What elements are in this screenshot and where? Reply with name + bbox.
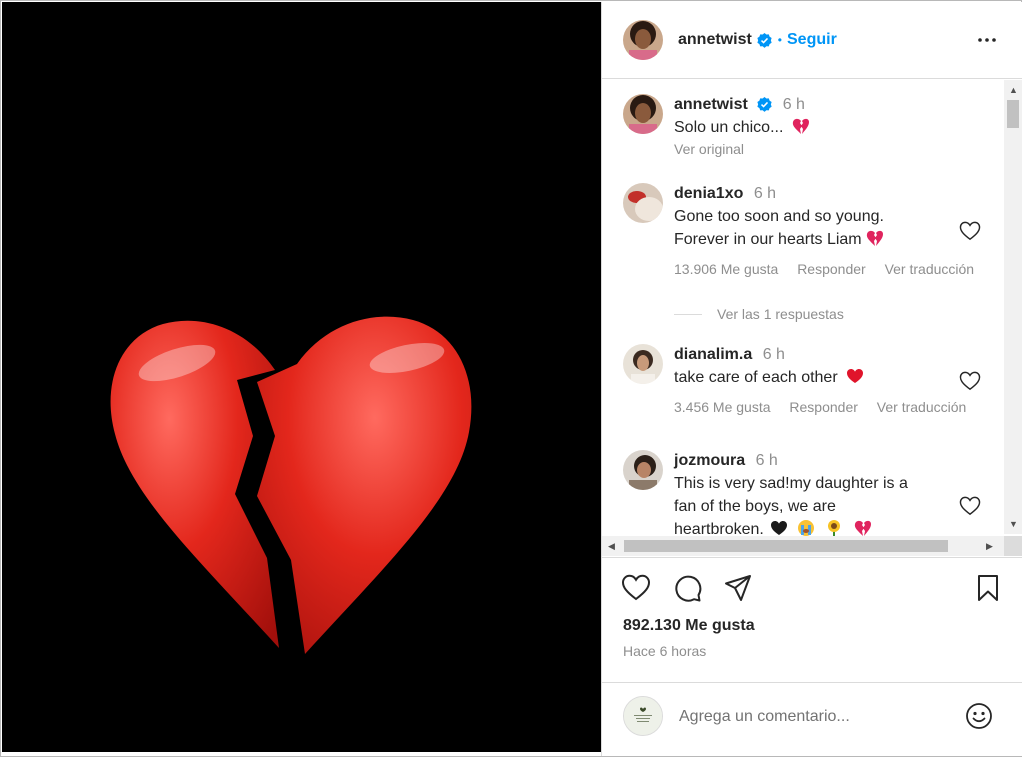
- sunflower-emoji-icon: [828, 520, 841, 537]
- comment-icon[interactable]: [672, 573, 702, 603]
- commenter-username[interactable]: jozmoura: [674, 452, 745, 469]
- comment-item: denia1xo 6 h Gone too soon and so young.…: [623, 183, 1003, 323]
- view-replies-label: Ver las 1 respuestas: [717, 306, 844, 322]
- instagram-post-window: annetwist • Seguir annetwist 6 h Solo un…: [0, 0, 1022, 757]
- follow-button[interactable]: Seguir: [787, 31, 837, 49]
- comment-time: 6 h: [755, 452, 778, 469]
- post-time-ago: Hace 6 horas: [623, 643, 707, 659]
- horizontal-scrollbar[interactable]: ◀ ▶: [602, 536, 1005, 556]
- comment-text-line: take care of each other: [674, 369, 838, 386]
- comment-input[interactable]: [679, 704, 939, 730]
- add-comment-bar: [602, 682, 1022, 756]
- reply-button[interactable]: Responder: [797, 261, 866, 277]
- horizontal-scroll-thumb[interactable]: [624, 540, 948, 552]
- vertical-scrollbar[interactable]: ▲ ▼: [1004, 80, 1022, 534]
- verified-badge-icon: [757, 97, 772, 113]
- commenter-username[interactable]: denia1xo: [674, 185, 743, 202]
- comment-time: 6 h: [762, 346, 785, 363]
- comment-likes[interactable]: 13.906 Me gusta: [674, 261, 778, 277]
- more-options-icon[interactable]: [977, 30, 997, 50]
- current-user-avatar: [623, 696, 663, 736]
- comment-like-heart-icon[interactable]: [959, 496, 981, 516]
- view-replies-button[interactable]: Ver las 1 respuestas: [674, 306, 844, 322]
- comment-like-heart-icon[interactable]: [959, 221, 981, 241]
- share-icon[interactable]: [723, 573, 753, 603]
- broken-heart-image: [110, 316, 472, 654]
- heart-icon[interactable]: [621, 573, 651, 603]
- comment-text-line: Forever in our hearts Liam: [674, 231, 862, 248]
- commenter-avatar[interactable]: [623, 450, 663, 490]
- comment-time: 6 h: [753, 185, 777, 202]
- post-image[interactable]: [2, 2, 601, 752]
- post-side-panel: annetwist • Seguir annetwist 6 h Solo un…: [601, 2, 1022, 756]
- scroll-left-arrow-icon[interactable]: ◀: [608, 542, 615, 551]
- scroll-down-arrow-icon[interactable]: ▼: [1009, 520, 1018, 529]
- comment-text-line: Gone too soon and so young.: [674, 208, 884, 225]
- reply-button[interactable]: Responder: [789, 399, 858, 415]
- bookmark-icon[interactable]: [973, 573, 1003, 603]
- post-header: annetwist • Seguir: [602, 2, 1022, 79]
- author-username[interactable]: annetwist: [678, 31, 752, 49]
- scroll-up-arrow-icon[interactable]: ▲: [1009, 86, 1018, 95]
- comment-likes[interactable]: 3.456 Me gusta: [674, 399, 771, 415]
- commenter-avatar[interactable]: [623, 183, 663, 223]
- verified-badge-icon: [757, 32, 772, 48]
- caption-time: 6 h: [782, 96, 805, 113]
- scroll-right-arrow-icon[interactable]: ▶: [986, 542, 993, 551]
- translate-button[interactable]: Ver traducción: [877, 399, 967, 415]
- comment-item: dianalim.a 6 h take care of each other 3…: [623, 344, 1003, 424]
- commenter-avatar[interactable]: [623, 344, 663, 384]
- translate-button[interactable]: Ver traducción: [885, 261, 975, 277]
- separator-dot: •: [777, 33, 782, 47]
- vertical-scroll-thumb[interactable]: [1007, 100, 1019, 128]
- caption-text: Solo un chico...: [674, 119, 784, 136]
- author-avatar[interactable]: [623, 20, 663, 60]
- broken-heart-emoji-icon: [792, 118, 809, 134]
- post-likes-count[interactable]: 892.130 Me gusta: [623, 617, 755, 635]
- see-original-link[interactable]: Ver original: [674, 141, 974, 157]
- commenter-username[interactable]: dianalim.a: [674, 346, 752, 363]
- comments-list[interactable]: annetwist 6 h Solo un chico... Ver origi…: [602, 80, 1022, 556]
- caption-avatar[interactable]: [623, 94, 663, 134]
- comment-item: jozmoura 6 h This is very sad!my daughte…: [623, 450, 1003, 550]
- comment-like-heart-icon[interactable]: [959, 371, 981, 391]
- broken-heart-emoji-icon: [866, 230, 884, 246]
- broken-heart-emoji-icon: [854, 520, 871, 536]
- comment-text-line: fan of the boys, we are: [674, 498, 836, 515]
- comment-text-line: This is very sad!my daughter is a: [674, 475, 908, 492]
- replies-divider-line: [674, 313, 702, 315]
- black-heart-emoji-icon: [771, 521, 788, 535]
- crying-face-emoji-icon: [797, 520, 814, 536]
- red-heart-emoji-icon: [847, 369, 864, 383]
- emoji-picker-icon[interactable]: [965, 702, 993, 730]
- scrollbar-corner: [1004, 536, 1022, 556]
- caption-username[interactable]: annetwist: [674, 96, 748, 113]
